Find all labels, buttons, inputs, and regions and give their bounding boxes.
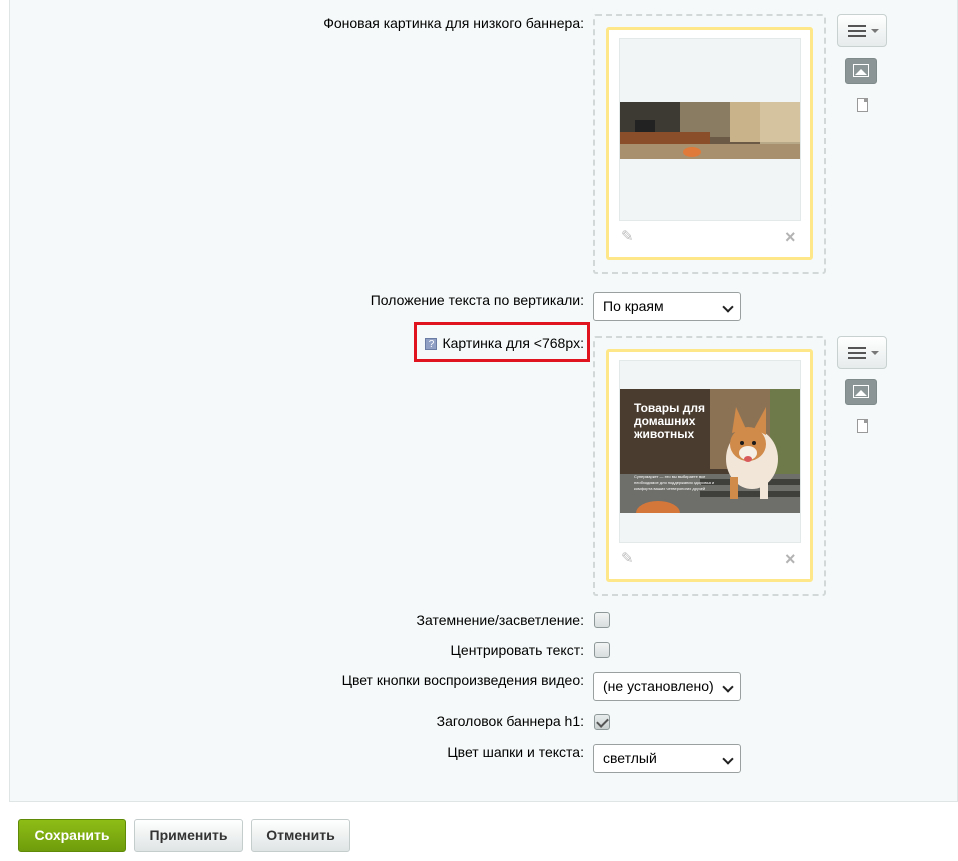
center-text-checkbox[interactable]	[594, 642, 610, 658]
remove-icon[interactable]: ×	[785, 550, 799, 568]
menu-icon	[848, 347, 866, 362]
mobile-banner-subtitle: Супермаркет — это вы выбираете все необх…	[634, 474, 715, 491]
text-vertical-label: Положение текста по вертикали:	[370, 292, 584, 308]
image-icon	[853, 64, 869, 77]
video-btn-color-value: (не установлено)	[603, 678, 714, 694]
mobile-image-frame: Товары для домашних животных Супермаркет…	[606, 349, 813, 582]
bg-low-banner-image	[620, 102, 800, 159]
mobile-image-label: Картинка для <768px:	[442, 335, 584, 351]
image-icon	[853, 385, 869, 398]
caret-down-icon	[871, 29, 879, 33]
bg-low-banner-menu-button[interactable]	[837, 14, 887, 47]
caret-down-icon	[871, 351, 879, 355]
menu-icon	[848, 25, 866, 40]
mobile-image-label-wrap: ? Картинка для <768px:	[425, 335, 584, 351]
header-color-label: Цвет шапки и текста:	[447, 744, 584, 760]
darken-checkbox[interactable]	[594, 612, 610, 628]
text-vertical-select[interactable]: По краям	[593, 292, 741, 321]
center-text-label: Центрировать текст:	[450, 642, 584, 658]
mobile-image-thumbnail[interactable]: Товары для домашних животных Супермаркет…	[619, 360, 801, 543]
edit-pencil-icon[interactable]: ✎	[621, 551, 637, 567]
bg-low-banner-label: Фоновая картинка для низкого баннера:	[323, 15, 584, 31]
remove-icon[interactable]: ×	[785, 228, 799, 246]
chevron-down-icon	[722, 301, 734, 313]
header-color-value: светлый	[603, 750, 657, 766]
mobile-banner-image: Товары для домашних животных Супермаркет…	[620, 389, 800, 513]
mobile-banner-title: Товары для домашних животных	[634, 401, 705, 441]
file-icon[interactable]	[857, 98, 868, 112]
text-vertical-value: По краям	[603, 298, 664, 314]
bg-low-banner-image-button[interactable]	[845, 58, 877, 84]
mobile-image-image-button[interactable]	[845, 379, 877, 405]
file-icon[interactable]	[857, 419, 868, 433]
bg-low-banner-frame: ✎ ×	[606, 27, 813, 260]
h1-label: Заголовок баннера h1:	[436, 713, 584, 729]
video-btn-color-label: Цвет кнопки воспроизведения видео:	[341, 672, 584, 688]
checkmark-icon	[596, 715, 609, 728]
video-btn-color-select[interactable]: (не установлено)	[593, 672, 741, 701]
darken-label: Затемнение/засветление:	[416, 612, 584, 628]
bg-low-banner-dropzone[interactable]: ✎ ×	[593, 14, 826, 274]
header-color-select[interactable]: светлый	[593, 744, 741, 773]
apply-button[interactable]: Применить	[134, 819, 243, 852]
bg-low-banner-thumbnail[interactable]	[619, 38, 801, 221]
chevron-down-icon	[722, 681, 734, 693]
edit-pencil-icon[interactable]: ✎	[621, 229, 637, 245]
help-icon[interactable]: ?	[425, 338, 438, 350]
save-button[interactable]: Сохранить	[18, 819, 126, 852]
h1-checkbox[interactable]	[594, 714, 610, 730]
mobile-image-dropzone[interactable]: Товары для домашних животных Супермаркет…	[593, 336, 826, 596]
cancel-button[interactable]: Отменить	[251, 819, 350, 852]
chevron-down-icon	[722, 753, 734, 765]
mobile-image-menu-button[interactable]	[837, 336, 887, 369]
